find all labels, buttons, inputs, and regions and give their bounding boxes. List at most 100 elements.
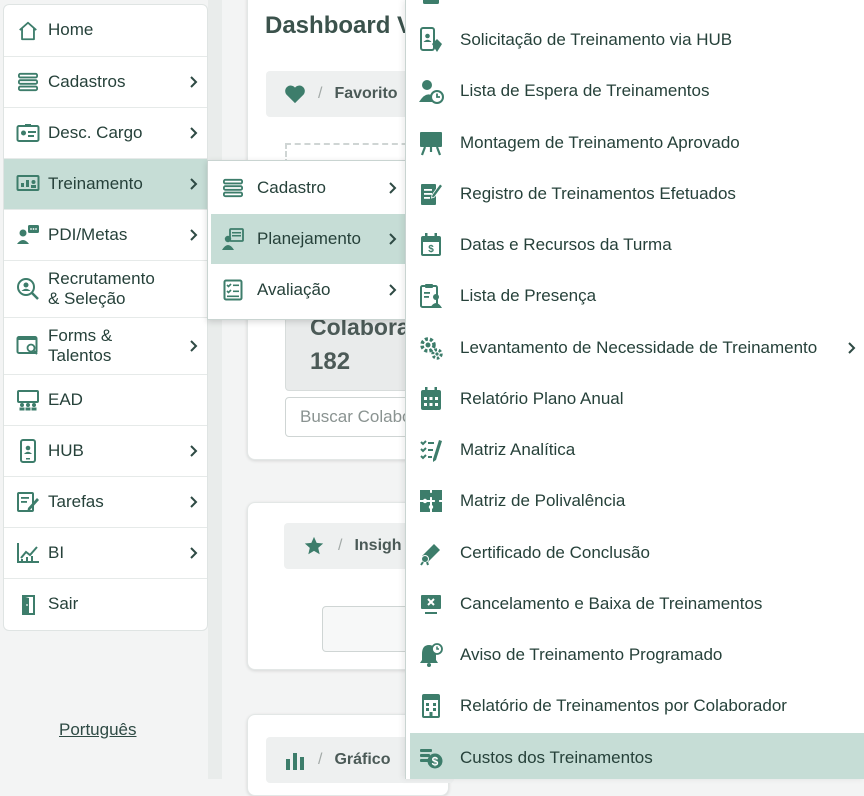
chevron-right-icon	[190, 76, 198, 88]
submenu-item-planejamento[interactable]: Planejamento	[211, 214, 406, 264]
form-search-icon	[16, 334, 40, 358]
submenu-item-label: Planejamento	[257, 229, 361, 248]
sidebar-item-label: Forms & Talentos	[48, 325, 113, 365]
submenu-item-lista-presenca[interactable]: Lista de Presença	[410, 271, 864, 321]
submenu-item-datas-recursos[interactable]: $ Datas e Recursos da Turma	[410, 220, 864, 270]
sidebar-item-cadastros[interactable]: Cadastros	[4, 57, 207, 108]
chevron-right-icon	[389, 182, 397, 194]
sidebar-item-label: Recrutamento & Seleção	[48, 268, 155, 308]
edit-icon	[16, 490, 40, 514]
chevron-right-icon	[389, 284, 397, 296]
planning-icon	[221, 227, 245, 251]
sidebar-item-treinamento[interactable]: Treinamento	[4, 159, 207, 210]
sidebar-item-recrutamento-selecao[interactable]: Recrutamento & Seleção	[4, 261, 207, 318]
chevron-right-icon	[190, 229, 198, 241]
sidebar-item-ead[interactable]: EAD	[4, 375, 207, 426]
search-user-icon	[16, 277, 40, 301]
submenu-item-custos[interactable]: $ Custos dos Treinamentos	[410, 733, 864, 779]
sidebar-item-label: EAD	[48, 389, 83, 409]
content-gutter	[208, 0, 222, 779]
user-chat-icon	[16, 223, 40, 247]
sidebar-item-forms-talentos[interactable]: Forms & Talentos	[4, 318, 207, 375]
submenu-item-label: Cancelamento e Baixa de Treinamentos	[460, 594, 763, 613]
search-colaborador-input[interactable]	[285, 397, 425, 437]
sidebar-item-desc-cargo[interactable]: Desc. Cargo	[4, 108, 207, 159]
submenu-item-label: Custos dos Treinamentos	[460, 748, 653, 767]
sidebar-item-label: Tarefas	[48, 491, 104, 511]
svg-text:$: $	[428, 244, 434, 255]
submenu-item-registro[interactable]: Registro de Treinamentos Efetuados	[410, 169, 864, 219]
exit-icon	[16, 593, 40, 617]
document-icon	[418, 0, 444, 6]
breadcrumb-separator: /	[338, 537, 343, 554]
chevron-right-icon	[190, 127, 198, 139]
presentation-icon	[16, 172, 40, 196]
sidebar-item-hub[interactable]: HUB	[4, 426, 207, 477]
submenu-item-certificado[interactable]: Certificado de Conclusão	[410, 528, 864, 578]
checklist-icon	[221, 278, 245, 302]
sidebar-item-home[interactable]: Home	[4, 5, 207, 57]
heart-icon	[284, 84, 306, 104]
list-icon	[221, 176, 245, 200]
submenu-item-label: Aviso de Treinamento Programado	[460, 645, 723, 664]
submenu-item-label: Lista de Presença	[460, 286, 597, 305]
user-clock-icon	[418, 78, 444, 104]
submenu-item-label: Solicitação de Treinamento via HUB	[460, 30, 733, 49]
sidebar-item-bi[interactable]: BI	[4, 528, 207, 579]
building-report-icon	[418, 693, 444, 719]
bar-chart-icon	[284, 749, 306, 771]
graficos-label: Gráfico	[334, 751, 391, 768]
chevron-right-icon	[848, 342, 856, 354]
id-card-icon	[16, 121, 40, 145]
submenu-item-lista-espera[interactable]: Lista de Espera de Treinamentos	[410, 66, 864, 116]
bell-clock-icon	[418, 642, 444, 668]
submenu-item-aviso[interactable]: Aviso de Treinamento Programado	[410, 630, 864, 680]
breadcrumb-separator: /	[318, 85, 323, 102]
sidebar-item-label: Desc. Cargo	[48, 122, 143, 142]
sidebar-item-tarefas[interactable]: Tarefas	[4, 477, 207, 528]
phone-icon	[16, 439, 40, 463]
sidebar: Home Cadastros Desc. Cargo Treinamento P…	[3, 4, 208, 631]
page-title: Dashboard V	[265, 12, 414, 39]
clipboard-user-icon	[418, 283, 444, 309]
sidebar-item-sair[interactable]: Sair	[4, 579, 207, 630]
submenu-item-label: Registro de Treinamentos Efetuados	[460, 184, 736, 203]
puzzle-icon	[418, 488, 444, 514]
sidebar-item-label: Sair	[48, 594, 79, 614]
screen-cancel-icon	[418, 591, 444, 617]
submenu-item-label: Lista de Espera de Treinamentos	[460, 81, 710, 100]
chart-icon	[16, 541, 40, 565]
submenu-item-label: Relatório de Treinamentos por Colaborado…	[460, 696, 787, 715]
submenu-item-label: Matriz de Polivalência	[460, 491, 626, 510]
sidebar-item-pdi-metas[interactable]: PDI/Metas	[4, 210, 207, 261]
classroom-icon	[16, 388, 40, 412]
submenu-item-matriz-polivalencia[interactable]: Matriz de Polivalência	[410, 476, 864, 526]
submenu-item-solicitacao-hub[interactable]: Solicitação de Treinamento via HUB	[410, 15, 864, 65]
star-icon	[302, 535, 326, 557]
submenu-item-relatorio-colaborador[interactable]: Relatório de Treinamentos por Colaborado…	[410, 681, 864, 731]
sidebar-item-label: PDI/Metas	[48, 224, 128, 244]
language-link[interactable]: Português	[59, 720, 137, 740]
submenu-item-label: Datas e Recursos da Turma	[460, 235, 672, 254]
checklist-pen-icon	[418, 437, 444, 463]
sidebar-item-label: BI	[48, 542, 65, 562]
sidebar-item-label: Treinamento	[48, 173, 143, 193]
submenu-item-label: Cadastro	[257, 178, 326, 197]
sidebar-item-label: Home	[48, 20, 94, 40]
submenu-item-relatorio-plano-anual[interactable]: Relatório Plano Anual	[410, 374, 864, 424]
submenu-item-label: Levantamento de Necessidade de Treinamen…	[460, 338, 818, 357]
chevron-right-icon	[190, 445, 198, 457]
chevron-right-icon	[190, 340, 198, 352]
submenu-item-cadastro[interactable]: Cadastro	[211, 163, 406, 213]
submenu-item-cancelamento[interactable]: Cancelamento e Baixa de Treinamentos	[410, 579, 864, 629]
submenu-item-avaliacao[interactable]: Avaliação	[211, 265, 406, 315]
submenu-item-label: Certificado de Conclusão	[460, 543, 650, 562]
insights-label: Insigh	[354, 537, 402, 554]
submenu-item-levantamento[interactable]: Levantamento de Necessidade de Treinamen…	[410, 323, 864, 373]
submenu-item-label: Avaliação	[257, 280, 331, 299]
calendar-grid-icon	[418, 386, 444, 412]
submenu-item-matriz-analitica[interactable]: Matriz Analítica	[410, 425, 864, 475]
submenu-item-montagem[interactable]: Montagem de Treinamento Aprovado	[410, 118, 864, 168]
planejamento-submenu: Solicitação de Treinamento via HUB Lista…	[405, 0, 864, 779]
note-edit-icon	[418, 181, 444, 207]
